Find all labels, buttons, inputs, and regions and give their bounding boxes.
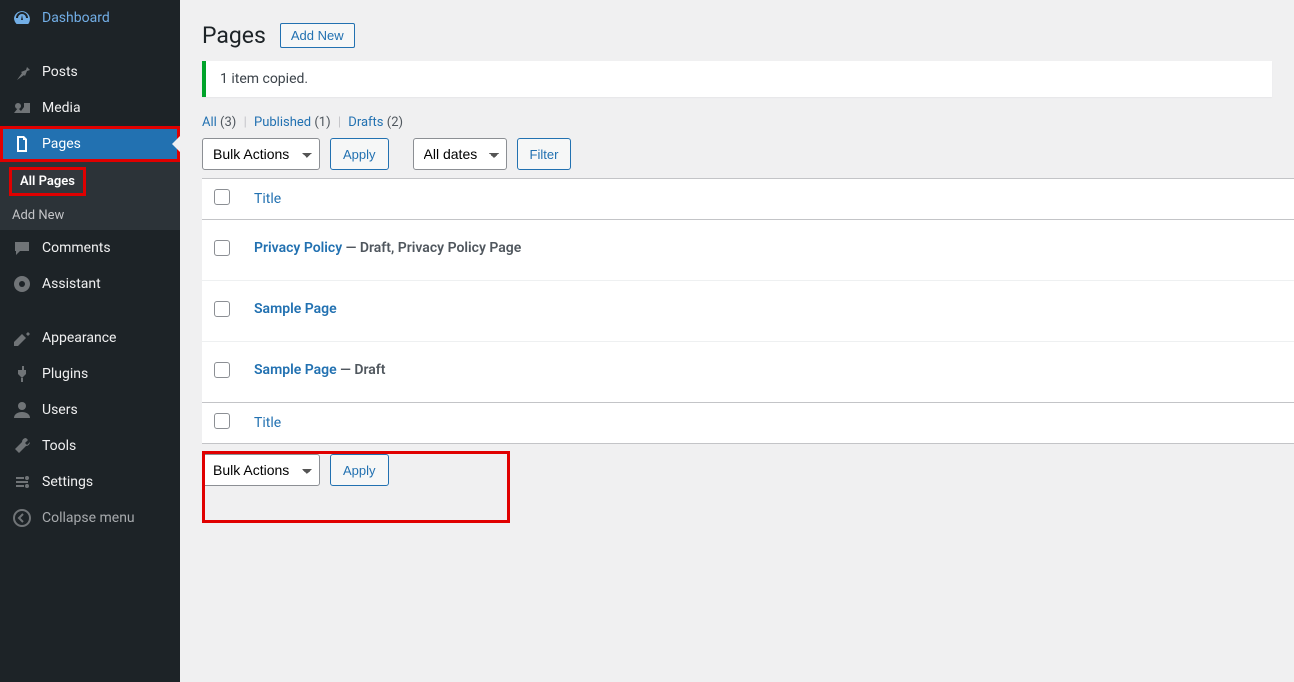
users-icon [12,400,32,420]
appearance-icon [12,328,32,348]
row-checkbox[interactable] [214,301,230,317]
sidebar-label: Users [42,402,78,418]
table-row: Privacy Policy — Draft, Privacy Policy P… [202,220,1294,281]
table-row: Sample Page [202,281,1294,342]
plugins-icon [12,364,32,384]
sidebar-item-media[interactable]: Media [0,90,180,126]
sidebar-label: Media [42,100,81,116]
page-header: Pages Add New [180,0,1294,61]
menu-separator [0,302,180,320]
status-filters: All (3) | Published (1) | Drafts (2) [180,115,1294,138]
filter-drafts-count: (2) [387,115,403,130]
sidebar-label: Appearance [42,330,116,346]
sidebar-item-plugins[interactable]: Plugins [0,356,180,392]
comments-icon [12,238,32,258]
row-title-link[interactable]: Privacy Policy [254,240,342,256]
bulk-actions-select[interactable]: Bulk Actions [202,138,320,170]
settings-icon [12,472,32,492]
date-filter-select[interactable]: All dates [413,138,507,170]
sidebar-item-comments[interactable]: Comments [0,230,180,266]
title-column-header[interactable]: Title [254,191,281,207]
main-content: Pages Add New 1 item copied. All (3) | P… [180,0,1294,682]
row-checkbox[interactable] [214,362,230,378]
apply-button-bottom[interactable]: Apply [330,454,389,486]
collapse-icon [12,508,32,528]
sidebar-item-users[interactable]: Users [0,392,180,428]
sidebar-item-posts[interactable]: Posts [0,54,180,90]
sidebar-item-pages[interactable]: Pages [0,126,180,162]
sidebar-label: Settings [42,474,93,490]
table-row: Sample Page — Draft [202,342,1294,403]
row-checkbox[interactable] [214,240,230,256]
sidebar-item-dashboard[interactable]: Dashboard [0,0,180,36]
sidebar-item-collapse[interactable]: Collapse menu [0,500,180,536]
sidebar-subitem-add-new[interactable]: Add New [0,201,180,230]
sidebar-label: Assistant [42,276,101,292]
sidebar-item-assistant[interactable]: Assistant [0,266,180,302]
add-new-button[interactable]: Add New [280,23,355,48]
tablenav-bottom: Bulk Actions Apply [180,444,1294,496]
filter-all-count: (3) [220,115,236,130]
bulk-actions-select-bottom[interactable]: Bulk Actions [202,454,320,486]
dashboard-icon [12,8,32,28]
row-title-link[interactable]: Sample Page [254,301,337,317]
success-notice: 1 item copied. [202,61,1272,97]
tools-icon [12,436,32,456]
sidebar-submenu-pages: All Pages Add New [0,162,180,230]
row-state: — Draft [337,362,386,378]
sidebar-label: Tools [42,438,76,454]
tablenav-top: Bulk Actions Apply All dates Filter [180,138,1294,178]
media-icon [12,98,32,118]
row-title-link[interactable]: Sample Page [254,362,337,378]
filter-published[interactable]: Published [254,115,311,130]
sidebar-item-tools[interactable]: Tools [0,428,180,464]
sidebar-item-appearance[interactable]: Appearance [0,320,180,356]
sidebar-label: Posts [42,64,78,80]
sidebar-label: Plugins [42,366,88,382]
select-all-checkbox-bottom[interactable] [214,413,230,429]
pages-table: Title Privacy Policy — Draft, Privacy Po… [202,178,1294,444]
apply-button[interactable]: Apply [330,138,389,170]
sidebar-item-settings[interactable]: Settings [0,464,180,500]
pages-icon [12,134,32,154]
assistant-icon [12,274,32,294]
sidebar-label: Comments [42,240,111,256]
select-all-checkbox[interactable] [214,189,230,205]
filter-drafts[interactable]: Drafts [348,115,383,130]
menu-separator [0,36,180,54]
page-title: Pages [202,22,266,49]
filter-all[interactable]: All [202,115,217,130]
sidebar-label: Collapse menu [42,510,135,526]
filter-published-count: (1) [314,115,330,130]
title-column-footer[interactable]: Title [254,415,281,431]
sidebar-label: Pages [42,136,81,152]
row-state: — Draft, Privacy Policy Page [342,240,521,256]
admin-sidebar: Dashboard Posts Media Pages All Pages Ad… [0,0,180,682]
pin-icon [12,62,32,82]
filter-button[interactable]: Filter [517,138,572,170]
sidebar-label: Dashboard [42,10,110,26]
sidebar-subitem-all-pages[interactable]: All Pages [10,168,85,195]
